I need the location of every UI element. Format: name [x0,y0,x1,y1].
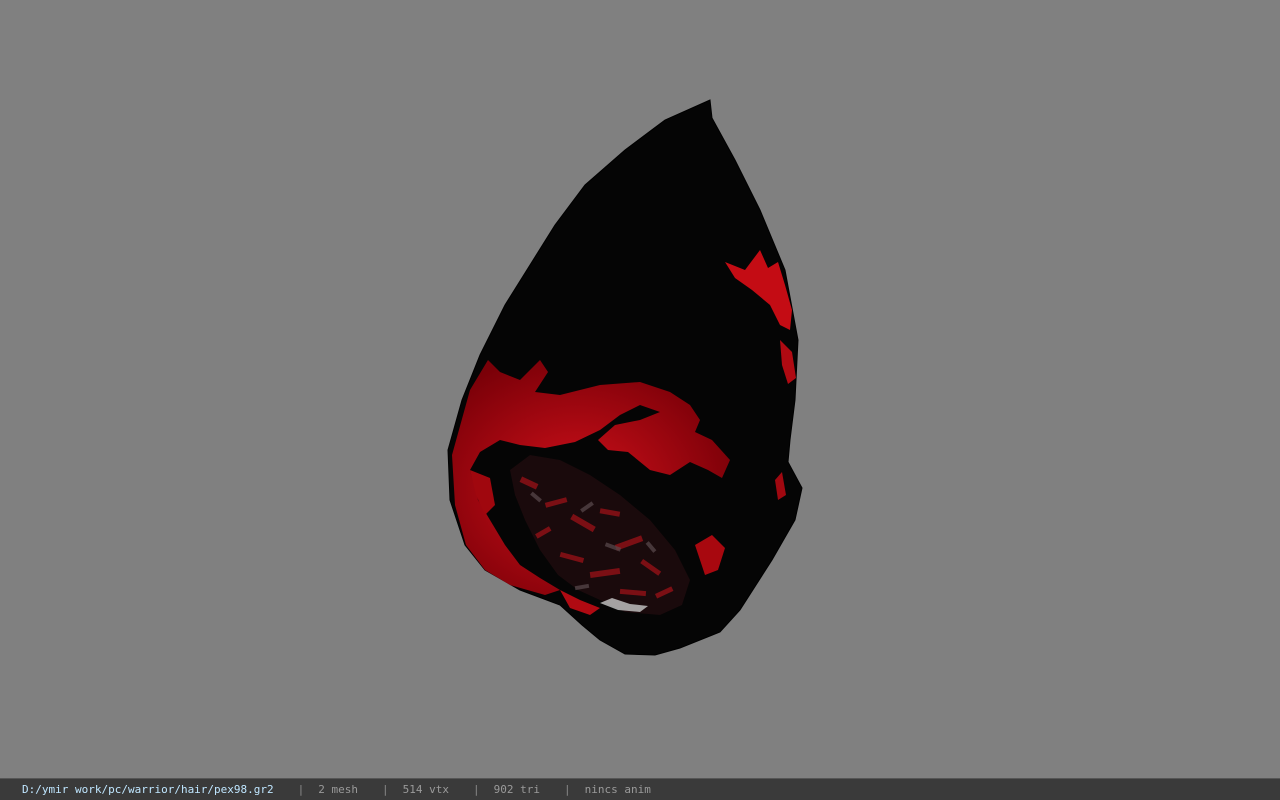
separator: | [297,783,305,796]
hooded-head-mesh-icon [447,99,803,656]
file-path: D:/ymir work/pc/warrior/hair/pex98.gr2 [22,783,274,796]
triangle-count: 902 tri [493,783,541,796]
separator: | [382,783,389,796]
status-bar: D:/ymir work/pc/warrior/hair/pex98.gr2 |… [0,778,1280,800]
mesh-count: 2 mesh [318,783,359,796]
vertex-count: 514 vtx [402,783,450,796]
separator: | [473,783,480,796]
3d-viewport[interactable] [0,0,1280,778]
animation-status: nincs anim [584,783,651,796]
separator: | [564,783,571,796]
